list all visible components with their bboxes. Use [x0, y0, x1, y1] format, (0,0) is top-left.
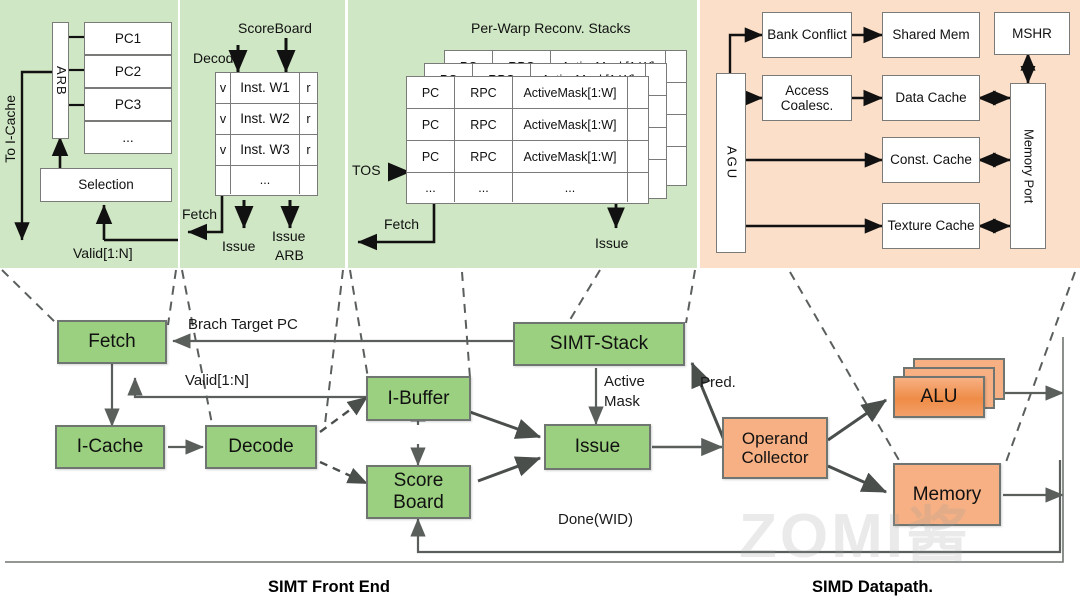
label-branch-target-pc: Brach Target PC: [188, 316, 298, 333]
node-decode[interactable]: Decode: [205, 425, 317, 469]
label-done-wid: Done(WID): [558, 511, 634, 528]
diagram-root: ARB PC1 PC2 PC3 ... Selection To I-Cache…: [0, 0, 1080, 608]
node-alu[interactable]: ALU: [893, 376, 985, 418]
label-valid: Valid[1:N]: [185, 372, 249, 389]
section-title-simd-datapath: SIMD Datapath.: [812, 578, 934, 596]
label-active-mask-line2: Mask: [604, 393, 640, 410]
node-icache[interactable]: I-Cache: [55, 425, 165, 469]
node-fetch[interactable]: Fetch: [57, 320, 167, 364]
label-pred: Pred.: [700, 374, 736, 391]
node-scoreboard[interactable]: Score Board: [366, 465, 471, 519]
section-title-front-end: SIMT Front End: [268, 578, 390, 596]
node-ibuffer[interactable]: I-Buffer: [366, 376, 471, 421]
node-issue[interactable]: Issue: [544, 424, 651, 470]
watermark-zomi: ZOMI酱: [739, 502, 971, 571]
node-simt-stack[interactable]: SIMT-Stack: [513, 322, 685, 366]
node-operand-collector[interactable]: Operand Collector: [722, 417, 828, 479]
label-active-mask-line1: Active: [604, 373, 645, 390]
